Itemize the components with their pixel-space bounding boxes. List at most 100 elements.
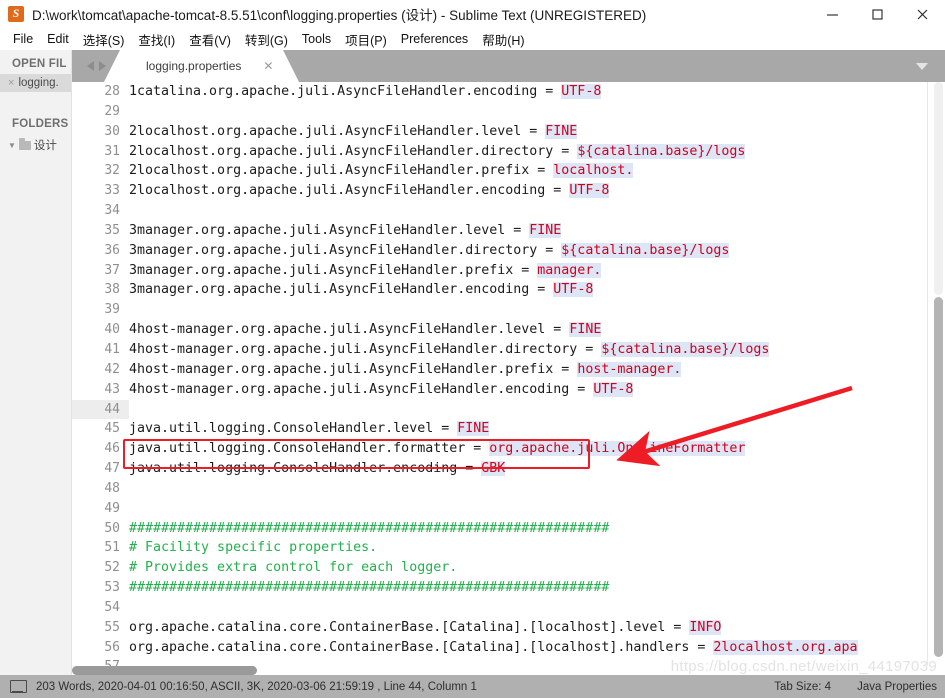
line-number: 38 — [104, 282, 120, 298]
menu-item-3[interactable]: 查找(I) — [131, 28, 182, 51]
close-button[interactable] — [900, 0, 945, 28]
code-line[interactable] — [129, 201, 945, 221]
line-number: 45 — [104, 421, 120, 437]
minimize-button[interactable] — [810, 0, 855, 28]
code-line[interactable]: 2localhost.org.apache.juli.AsyncFileHand… — [129, 181, 945, 201]
vertical-scrollbar[interactable] — [932, 82, 945, 675]
code-line[interactable]: 3manager.org.apache.juli.AsyncFileHandle… — [129, 261, 945, 281]
menu-item-7[interactable]: 项目(P) — [338, 28, 394, 51]
menu-item-4[interactable]: 查看(V) — [182, 28, 238, 51]
code-property: 3manager.org.apache.juli.AsyncFileHandle… — [129, 262, 538, 278]
nav-prev-icon[interactable] — [86, 61, 94, 71]
code-line[interactable]: 3manager.org.apache.juli.AsyncFileHandle… — [129, 280, 945, 300]
menu-item-8[interactable]: Preferences — [394, 30, 475, 48]
console-panel-icon[interactable] — [10, 680, 27, 693]
menu-item-0[interactable]: File — [6, 30, 40, 48]
code-property: java.util.logging.ConsoleHandler.formatt… — [129, 441, 490, 457]
line-number: 50 — [104, 520, 120, 536]
code-property: 2localhost.org.apache.juli.AsyncFileHand… — [129, 143, 578, 159]
line-number: 40 — [104, 322, 120, 338]
code-line[interactable]: java.util.logging.ConsoleHandler.formatt… — [129, 439, 945, 459]
watermark-text: https://blog.csdn.net/weixin_44197039 — [670, 658, 937, 675]
code-property: org.apache.catalina.core.ContainerBase.[… — [129, 619, 690, 635]
code-value: 2localhost.org.apa — [713, 639, 858, 655]
sidebar-item-open-file[interactable]: × logging. — [0, 74, 71, 92]
code-line[interactable] — [129, 499, 945, 519]
code-line[interactable]: # Facility specific properties. — [129, 538, 945, 558]
menu-item-9[interactable]: 帮助(H) — [475, 28, 531, 51]
folder-icon — [18, 137, 31, 150]
code-line[interactable]: 1catalina.org.apache.juli.AsyncFileHandl… — [129, 82, 945, 102]
code-line[interactable] — [129, 300, 945, 320]
code-line[interactable]: 3manager.org.apache.juli.AsyncFileHandle… — [129, 241, 945, 261]
tab-logging-properties[interactable]: logging.properties ✕ — [103, 50, 300, 82]
tab-overflow-menu[interactable] — [905, 50, 939, 82]
code-line[interactable]: ########################################… — [129, 578, 945, 598]
code-value: org.apache.juli.OneLineFormatter — [489, 441, 746, 457]
code-property: 2localhost.org.apache.juli.AsyncFileHand… — [129, 123, 546, 139]
code-line[interactable]: org.apache.catalina.core.ContainerBase.[… — [129, 638, 945, 658]
code-property: 3manager.org.apache.juli.AsyncFileHandle… — [129, 242, 562, 258]
line-number: 39 — [104, 302, 120, 318]
tab-close-icon[interactable]: ✕ — [263, 59, 273, 73]
code-line[interactable]: 3manager.org.apache.juli.AsyncFileHandle… — [129, 221, 945, 241]
code-line[interactable]: 2localhost.org.apache.juli.AsyncFileHand… — [129, 122, 945, 142]
window-controls — [810, 0, 945, 28]
status-tab-size[interactable]: Tab Size: 4 — [774, 681, 831, 693]
code-property: java.util.logging.ConsoleHandler.level = — [129, 421, 458, 437]
line-number: 29 — [104, 103, 120, 119]
tab-label: logging.properties — [146, 59, 242, 73]
menu-item-1[interactable]: Edit — [40, 30, 76, 48]
code-comment: ########################################… — [129, 520, 610, 536]
status-syntax[interactable]: Java Properties — [857, 681, 937, 693]
code-line[interactable]: org.apache.catalina.core.ContainerBase.[… — [129, 618, 945, 638]
menu-item-6[interactable]: Tools — [295, 30, 338, 48]
code-value: UTF-8 — [553, 282, 594, 298]
code-line[interactable] — [129, 598, 945, 618]
sidebar-folders-header: FOLDERS — [12, 118, 69, 130]
code-property: 4host-manager.org.apache.juli.AsyncFileH… — [129, 381, 594, 397]
vertical-scrollbar-thumb[interactable] — [934, 297, 943, 657]
status-bar: 203 Words, 2020-04-01 00:16:50, ASCII, 3… — [0, 675, 945, 698]
editor-right-divider — [927, 82, 928, 675]
sidebar: OPEN FIL × logging. FOLDERS ▼ 设计 — [0, 50, 72, 675]
code-property: 4host-manager.org.apache.juli.AsyncFileH… — [129, 361, 578, 377]
sidebar-item-folder[interactable]: ▼ 设计 — [0, 134, 71, 156]
vertical-scrollbar-track[interactable] — [934, 82, 943, 295]
code-line[interactable]: 4host-manager.org.apache.juli.AsyncFileH… — [129, 360, 945, 380]
code-property: 3manager.org.apache.juli.AsyncFileHandle… — [129, 222, 530, 238]
code-line[interactable]: java.util.logging.ConsoleHandler.level =… — [129, 419, 945, 439]
code-line[interactable]: ########################################… — [129, 519, 945, 539]
code-value: localhost. — [553, 163, 634, 179]
caret-down-icon[interactable]: ▼ — [8, 141, 16, 150]
close-icon[interactable]: × — [8, 77, 14, 89]
horizontal-scrollbar-thumb[interactable] — [72, 666, 257, 675]
menu-item-2[interactable]: 选择(S) — [76, 28, 132, 51]
chevron-down-icon — [916, 62, 928, 70]
maximize-button[interactable] — [855, 0, 900, 28]
code-line[interactable] — [129, 479, 945, 499]
line-number: 55 — [104, 619, 120, 635]
code-line[interactable]: 4host-manager.org.apache.juli.AsyncFileH… — [129, 340, 945, 360]
code-comment: ########################################… — [129, 580, 610, 596]
code-line[interactable]: 2localhost.org.apache.juli.AsyncFileHand… — [129, 142, 945, 162]
sidebar-open-file-label: logging. — [18, 77, 59, 89]
code-value: UTF-8 — [569, 183, 610, 199]
code-value: FINE — [545, 123, 578, 139]
code-line[interactable]: 2localhost.org.apache.juli.AsyncFileHand… — [129, 161, 945, 181]
code-value: INFO — [689, 619, 722, 635]
code-property: 1catalina.org.apache.juli.AsyncFileHandl… — [129, 84, 562, 99]
line-number: 44 — [72, 399, 129, 420]
menu-item-5[interactable]: 转到(G) — [238, 28, 295, 51]
code-line[interactable] — [129, 102, 945, 122]
tab-bar: logging.properties ✕ — [72, 50, 945, 82]
code-line[interactable]: 4host-manager.org.apache.juli.AsyncFileH… — [129, 380, 945, 400]
code-line[interactable]: 4host-manager.org.apache.juli.AsyncFileH… — [129, 320, 945, 340]
code-content[interactable]: 1catalina.org.apache.juli.AsyncFileHandl… — [129, 82, 945, 675]
code-line[interactable]: java.util.logging.ConsoleHandler.encodin… — [129, 459, 945, 479]
code-property: 4host-manager.org.apache.juli.AsyncFileH… — [129, 341, 602, 357]
code-value: GBK — [481, 461, 506, 477]
code-editor[interactable]: 28 29 30 31 32 33 34 35 36 37 38 39 40 41 42 43 44 45 46 47… — [72, 82, 945, 675]
code-line[interactable]: # Provides extra control for each logger… — [129, 558, 945, 578]
code-line[interactable] — [129, 400, 945, 420]
